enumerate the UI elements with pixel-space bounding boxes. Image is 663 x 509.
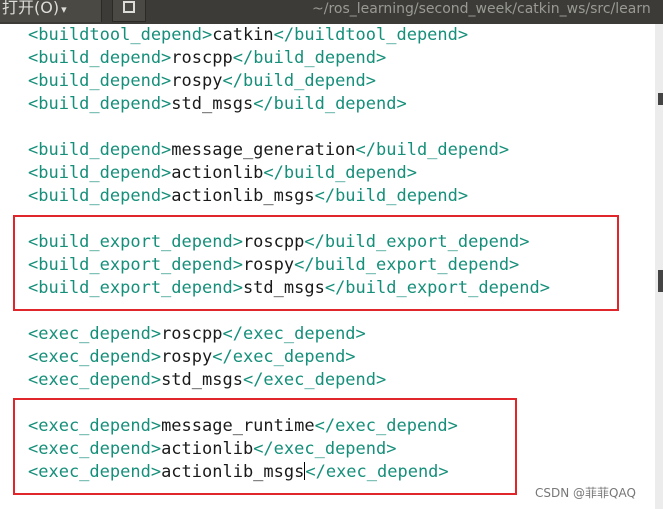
chevron-down-icon: ▾ <box>61 3 67 16</box>
open-button[interactable]: 打开(O) ▾ <box>0 0 102 22</box>
code-line: <build_depend>actionlib_msgs</build_depe… <box>28 186 469 206</box>
save-button[interactable] <box>112 0 146 22</box>
code-line: <exec_depend>rospy</exec_depend> <box>28 347 356 367</box>
code-line: <exec_depend>std_msgs</exec_depend> <box>28 370 387 390</box>
code-line: <build_depend>actionlib</build_depend> <box>28 163 417 183</box>
code-line: <build_depend>message_generation</build_… <box>28 140 510 160</box>
code-line: <exec_depend>roscpp</exec_depend> <box>28 324 366 344</box>
code-line: <build_depend>std_msgs</build_depend> <box>28 94 407 114</box>
code-line: <build_depend>rospy</build_depend> <box>28 71 377 91</box>
text-editor[interactable]: <buildtool_depend>catkin</buildtool_depe… <box>0 24 655 509</box>
open-button-label: 打开(O) <box>2 0 60 17</box>
highlight-box-export <box>13 215 619 311</box>
file-path: ~/ros_learning/second_week/catkin_ws/src… <box>312 1 651 17</box>
code-line: <buildtool_depend>catkin</buildtool_depe… <box>28 25 469 45</box>
edge-mark <box>658 93 663 105</box>
header-bar: 打开(O) ▾ ~/ros_learning/second_week/catkin… <box>0 0 663 24</box>
code-line: <build_depend>roscpp</build_depend> <box>28 48 387 68</box>
edge-mark <box>658 270 663 292</box>
watermark: CSDN @菲菲QAQ <box>535 486 636 500</box>
document-icon <box>123 1 135 13</box>
highlight-box-exec <box>13 398 517 495</box>
